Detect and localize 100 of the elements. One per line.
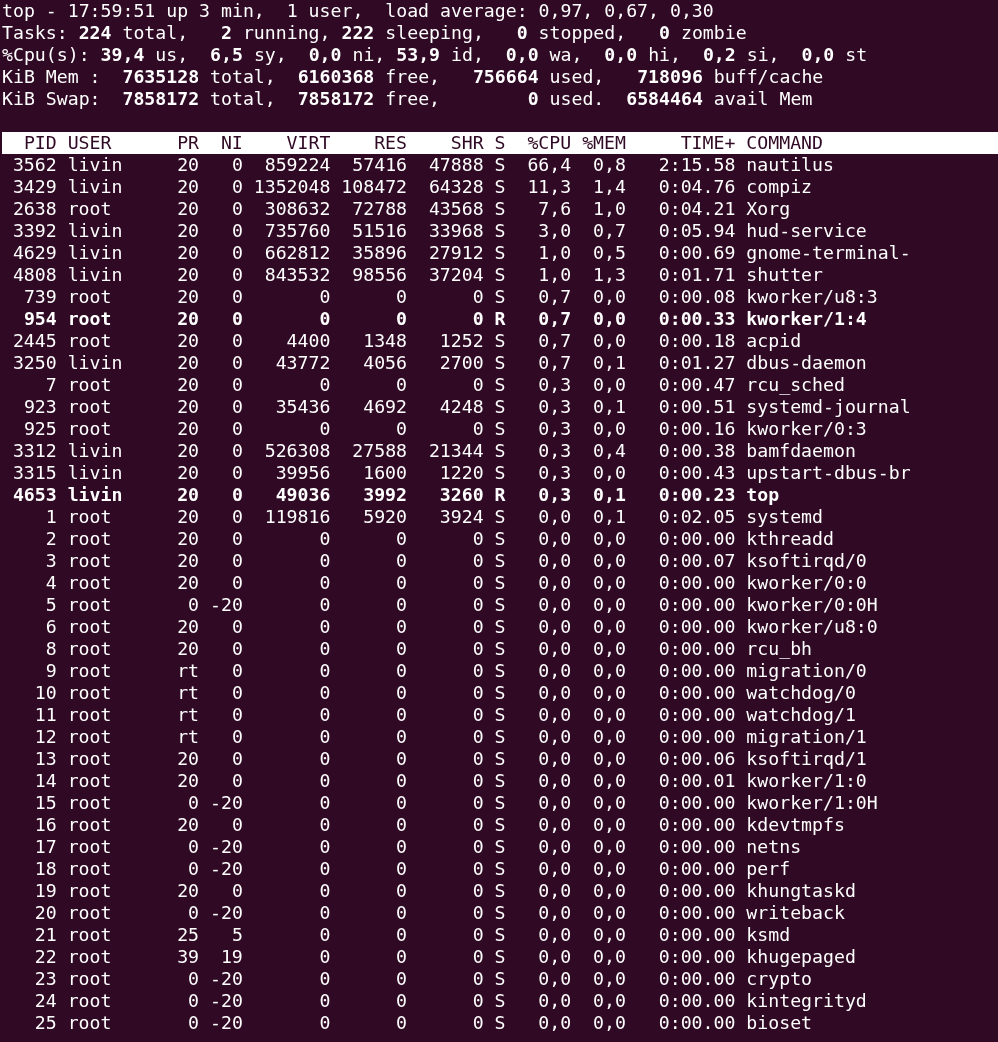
column-header: RES [373,132,408,154]
table-cell-text: 0,0 [592,748,626,770]
table-cell-text: 20 [176,506,200,528]
summary-line: %Cpu(s): 39,4 us, 6,5 sy, 0,0 ni, 53,9 id, 0,0 wa, 0,0 hi, 0,2 si, 0,0 st [2,44,869,66]
table-cell: R [494,308,506,330]
table-cell-text: root [67,880,113,902]
table-cell-text: 0,0 [537,792,572,814]
table-cell-text: 0 [318,946,331,968]
table-cell-text: 0,0 [592,572,626,594]
table-cell-text: 0:00.07 [657,550,736,572]
table-cell-text: 0:00.00 [657,946,736,968]
table-cell-text: 0,3 [537,396,572,418]
table-cell-text: 0 [187,968,200,990]
table-cell: -20 [210,990,243,1012]
table-cell-text: 0 [318,660,331,682]
table-cell-text: 15 [33,792,57,814]
table-cell-text: 859224 [263,154,331,176]
table-cell: S [494,748,506,770]
table-cell: ksoftirqd/0 [746,550,867,572]
table-cell-text: 0 [471,792,484,814]
table-cell-text: 0 [187,902,200,924]
table-cell-text: 0,4 [592,440,626,462]
table-cell-text: 0 [471,418,484,440]
table-cell-text: 0,0 [537,1012,572,1034]
table-cell-text: 0,0 [592,990,626,1012]
table-cell-text: 0,0 [592,638,626,660]
table-cell-text: 0:00.00 [657,814,736,836]
table-cell-text: 13 [33,748,57,770]
table-cell-text: 0 [471,814,484,836]
table-cell: upstart-dbus-br [746,462,911,484]
table-cell-text: rt [176,660,200,682]
table-cell-text: 7,6 [537,198,572,220]
table-cell: systemd-journal [746,396,911,418]
table-cell-text: 0 [230,880,243,902]
table-cell-text: 0 [230,682,243,704]
table-cell-text: 0 [230,198,243,220]
table-cell-text: 4692 [362,396,408,418]
table-cell-text: 0 [318,814,331,836]
table-cell-text: root [67,902,113,924]
table-cell-text: 0 [471,836,484,858]
table-cell-text: 0:00.00 [657,594,736,616]
table-cell: S [494,572,506,594]
table-cell-text: 0 [318,770,331,792]
table-cell: S [494,176,506,198]
table-cell-text: 0,0 [592,308,626,330]
table-cell: S [494,242,506,264]
table-cell-text: 0,0 [537,858,572,880]
table-cell: nautilus [746,154,834,176]
table-cell-text: 0 [471,880,484,902]
table-cell-text: 0 [230,616,243,638]
table-cell-text: 0,0 [537,704,572,726]
table-cell-text: root [67,396,113,418]
table-cell-text: 0 [230,440,243,462]
table-cell: S [494,704,506,726]
column-header: %MEM [582,132,626,154]
table-cell-text: 0:01.27 [657,352,736,374]
table-cell-text: 20 [176,220,200,242]
table-cell-text: root [67,594,113,616]
table-cell-text: 0,0 [592,704,626,726]
table-cell-text: 6 [44,616,57,638]
table-cell-text: 21 [33,924,57,946]
table-cell-text: root [67,550,113,572]
table-cell-text: 0,0 [537,968,572,990]
column-header: SHR [449,132,484,154]
table-cell: S [494,330,506,352]
table-cell: kworker/0:0 [746,572,867,594]
table-cell-text: livin [67,242,124,264]
table-cell-text: 0,7 [537,330,572,352]
table-cell-text: 8 [44,638,57,660]
table-cell-text: 20 [176,308,200,330]
table-cell-text: 0,7 [537,308,572,330]
table-cell-text: 0,3 [537,374,572,396]
table-cell-text: 0 [471,660,484,682]
table-cell-text: 0 [395,572,408,594]
table-cell-text: 0 [471,924,484,946]
table-cell-text: 0:00.00 [657,968,736,990]
table-cell: kworker/u8:0 [746,616,878,638]
table-cell-text: 98556 [351,264,408,286]
table-cell-text: 51516 [351,220,408,242]
table-cell-text: 0,0 [537,880,572,902]
table-cell-text: 20 [176,418,200,440]
table-cell: kworker/0:0H [746,594,878,616]
table-cell-text: 0 [230,154,243,176]
table-cell-text: 2638 [11,198,57,220]
table-cell-text: 0:01.71 [657,264,736,286]
table-cell-text: root [67,330,113,352]
table-cell: S [494,726,506,748]
table-cell-text: 0 [318,682,331,704]
table-cell-text: 0:00.16 [657,418,736,440]
summary-line: top - 17:59:51 up 3 min, 1 user, load average: 0,97, 0,67, 0,30 [2,0,715,22]
table-cell-text: 0 [318,374,331,396]
table-cell: kworker/1:0H [746,792,878,814]
table-cell: kdevtmpfs [746,814,845,836]
table-cell-text: 0 [471,902,484,924]
table-cell-text: rt [176,682,200,704]
table-cell-text: 0 [230,638,243,660]
table-cell-text: 0,5 [592,242,626,264]
table-cell-text: 1220 [438,462,484,484]
table-cell-text: 0:00.00 [657,1012,736,1034]
table-cell-text: 20 [176,616,200,638]
